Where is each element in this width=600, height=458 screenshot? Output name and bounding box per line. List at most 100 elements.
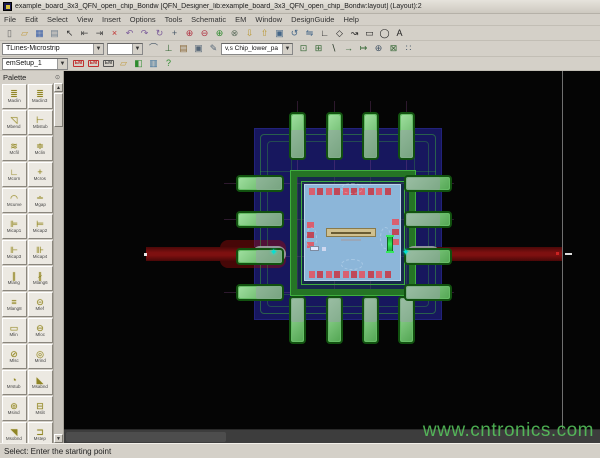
palette-item-mcfil[interactable]: ≋Mcfil [2, 136, 27, 161]
insert-path-button[interactable]: ∟ [318, 27, 332, 40]
lead-left-1[interactable] [236, 175, 284, 192]
menu-em[interactable]: EM [235, 15, 246, 24]
bond-pad-bottom-3[interactable] [326, 271, 332, 278]
palette-item-maclin[interactable]: ≣Maclin [2, 84, 27, 109]
palette-item-mloc[interactable]: ⊖Mloc [28, 318, 53, 343]
menu-view[interactable]: View [77, 15, 93, 24]
lead-bottom-1[interactable] [289, 296, 306, 344]
zoom-full-button[interactable]: ⊗ [228, 27, 242, 40]
pin-editor-button[interactable]: ⊡ [297, 42, 311, 55]
push-into-hierarchy-button[interactable]: ⇩ [243, 27, 257, 40]
bond-pad-right-3[interactable] [392, 239, 399, 245]
insert-rectangle-button[interactable]: ▭ [363, 27, 377, 40]
palette-item-micap3[interactable]: ⊩Micap3 [2, 240, 27, 265]
palette-item-mslit[interactable]: ⊟Mslit [28, 396, 53, 421]
lead-right-1[interactable] [404, 175, 452, 192]
bondwire-cursor-marker[interactable] [387, 235, 393, 253]
palette-item-mrind[interactable]: ◎Mrind [28, 344, 53, 369]
palette-item-mrstub[interactable]: ◔Mrstub [2, 370, 27, 395]
palette-item-mcros[interactable]: +Mcros [28, 162, 53, 187]
em-invalidate-button[interactable]: EM [87, 57, 101, 70]
die-left-component[interactable] [310, 246, 319, 251]
horizontal-scroll-thumb[interactable] [66, 432, 226, 442]
palette-item-maclin3[interactable]: ≣Maclin3 [28, 84, 53, 109]
palette-item-micap1[interactable]: ⊫Micap1 [2, 214, 27, 239]
menu-designguide[interactable]: DesignGuide [291, 15, 334, 24]
palette-item-mbend[interactable]: ◹Mbend [2, 110, 27, 135]
palette-item-mcurve[interactable]: ◠Mcurve [2, 188, 27, 213]
palette-item-micap4[interactable]: ⊪Micap4 [28, 240, 53, 265]
zoom-area-button[interactable]: ⊕ [213, 27, 227, 40]
new-design-button[interactable]: ▯ [3, 27, 17, 40]
palette-item-msobnd[interactable]: ◥Msobnd [2, 422, 27, 444]
lead-left-2[interactable] [236, 211, 284, 228]
bond-pad-bottom-8[interactable] [368, 271, 374, 278]
scroll-up-icon[interactable]: ▲ [54, 83, 63, 92]
bond-pad-right-1[interactable] [392, 219, 399, 225]
lead-right-3[interactable] [404, 248, 452, 265]
palette-item-mlef[interactable]: ⊝Mlef [28, 292, 53, 317]
layout-canvas[interactable]: ✦✦ [64, 71, 600, 429]
bond-pad-top-10[interactable] [385, 188, 391, 195]
port-marker-right[interactable]: ✦ [402, 248, 410, 257]
library-browser-button[interactable]: ▤ [177, 42, 191, 55]
menu-schematic[interactable]: Schematic [191, 15, 226, 24]
menu-select[interactable]: Select [47, 15, 68, 24]
bond-pad-top-4[interactable] [334, 188, 340, 195]
lead-top-2[interactable] [326, 112, 343, 160]
die-left-pad[interactable] [322, 247, 326, 251]
bond-pad-bottom-1[interactable] [309, 271, 315, 278]
toggle-entry-layer-button[interactable]: ⊠ [387, 42, 401, 55]
snap-grid-button[interactable]: ∷ [402, 42, 416, 55]
insert-polyline-button[interactable]: ↝ [348, 27, 362, 40]
menu-tools[interactable]: Tools [165, 15, 183, 24]
lead-bottom-4[interactable] [398, 296, 415, 344]
bond-pad-bottom-10[interactable] [385, 271, 391, 278]
next-entry-layer-button[interactable]: → [342, 42, 356, 55]
view-3d-button[interactable]: ◧ [132, 57, 146, 70]
menu-edit[interactable]: Edit [25, 15, 38, 24]
move-button[interactable]: + [168, 27, 182, 40]
insert-component-button[interactable]: ▣ [273, 27, 287, 40]
open-results-button[interactable]: ▱ [117, 57, 131, 70]
palette-item-mbstub[interactable]: ⊢Mbstub [28, 110, 53, 135]
palette-item-mlsc[interactable]: ⊘Mlsc [2, 344, 27, 369]
palette-item-mlang[interactable]: ∥Mlang [2, 266, 27, 291]
lead-left-4[interactable] [236, 284, 284, 301]
rotate-items-button[interactable]: ↺ [288, 27, 302, 40]
dimension-left-button[interactable]: ⇤ [78, 27, 92, 40]
insert-circle-button[interactable]: ◯ [378, 27, 392, 40]
palette-item-micap2[interactable]: ⊨Micap2 [28, 214, 53, 239]
palette-item-mclin[interactable]: ≑Mclin [28, 136, 53, 161]
bond-pad-top-8[interactable] [368, 188, 374, 195]
print-button[interactable]: ▤ [48, 27, 62, 40]
chevron-down-icon[interactable]: ▼ [282, 44, 292, 54]
scroll-down-icon[interactable]: ▼ [54, 434, 63, 443]
substrate-editor-button[interactable]: ▥ [147, 57, 161, 70]
palette-item-mlang8[interactable]: ≡Mlang8 [2, 292, 27, 317]
bond-pad-bottom-4[interactable] [334, 271, 340, 278]
edit-properties-button[interactable]: ✎ [207, 42, 221, 55]
add-pin-button[interactable]: ⊞ [312, 42, 326, 55]
em-simulate-button[interactable]: EM [72, 57, 86, 70]
delete-button[interactable]: × [108, 27, 122, 40]
lead-bottom-3[interactable] [362, 296, 379, 344]
port-dot-left[interactable] [144, 253, 147, 256]
bond-pad-bottom-7[interactable] [359, 271, 365, 278]
bond-pad-top-9[interactable] [376, 188, 382, 195]
chevron-down-icon[interactable]: ▼ [57, 59, 67, 69]
open-design-button[interactable]: ▱ [18, 27, 32, 40]
lead-right-4[interactable] [404, 284, 452, 301]
lead-top-3[interactable] [362, 112, 379, 160]
bond-pad-top-3[interactable] [326, 188, 332, 195]
bond-pad-bottom-6[interactable] [351, 271, 357, 278]
palette-item-mcorn[interactable]: ∟Mcorn [2, 162, 27, 187]
die-center-component[interactable] [326, 228, 376, 237]
bond-pad-bottom-2[interactable] [317, 271, 323, 278]
menu-file[interactable]: File [4, 15, 16, 24]
bond-pad-bottom-9[interactable] [376, 271, 382, 278]
palette-item-mlin[interactable]: ▭Mlin [2, 318, 27, 343]
palette-item-mstep[interactable]: ⊐Mstep [28, 422, 53, 444]
port-dot-right[interactable] [556, 252, 559, 255]
pointer-mode-button[interactable]: ↖ [63, 27, 77, 40]
